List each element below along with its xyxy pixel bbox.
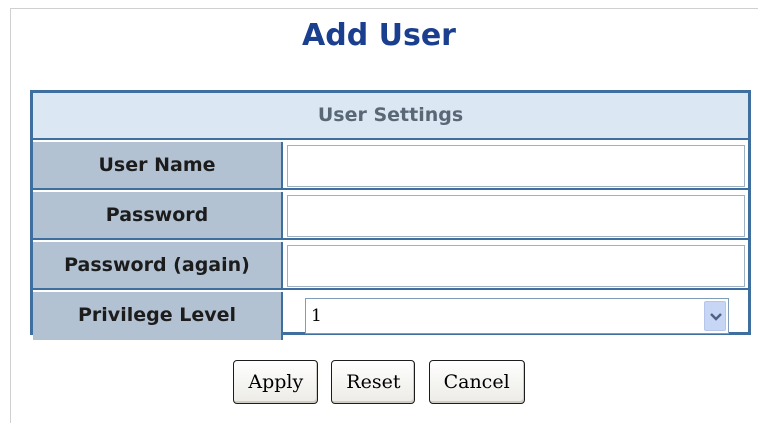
row-password-again: Password (again) <box>33 242 748 290</box>
dropdown-button[interactable] <box>704 301 726 331</box>
user-settings-header: User Settings <box>33 93 748 140</box>
password-again-label: Password (again) <box>33 242 283 288</box>
button-row: Apply Reset Cancel <box>0 360 758 406</box>
user-name-input[interactable] <box>287 145 745 187</box>
apply-button[interactable]: Apply <box>233 360 319 404</box>
row-password: Password <box>33 192 748 240</box>
privilege-level-select[interactable]: 1 <box>305 298 729 334</box>
privilege-level-cell: 1 <box>285 292 748 340</box>
reset-button[interactable]: Reset <box>331 360 416 404</box>
page-title: Add User <box>302 18 456 53</box>
password-cell <box>285 192 748 238</box>
privilege-level-value: 1 <box>311 306 322 326</box>
cancel-button[interactable]: Cancel <box>428 360 525 404</box>
privilege-level-label: Privilege Level <box>33 292 283 340</box>
password-label: Password <box>33 192 283 238</box>
chevron-down-icon <box>710 313 722 321</box>
user-name-cell <box>285 142 748 188</box>
row-user-name: User Name <box>33 142 748 190</box>
row-privilege-level: Privilege Level 1 <box>33 292 748 340</box>
password-again-cell <box>285 242 748 288</box>
password-again-input[interactable] <box>287 245 745 287</box>
user-settings-table: User Settings User Name Password Passwor… <box>30 90 751 340</box>
user-name-label: User Name <box>33 142 283 188</box>
password-input[interactable] <box>287 195 745 237</box>
